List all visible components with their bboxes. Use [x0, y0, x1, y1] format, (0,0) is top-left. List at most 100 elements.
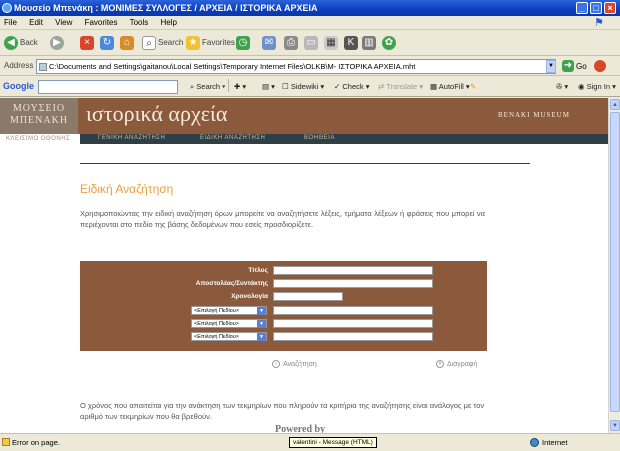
field-select-3[interactable]: <Επιλογή Πεδίου> ▼	[191, 332, 267, 341]
google-search-button[interactable]: ⌕ Search ▾	[190, 82, 225, 92]
nav-help[interactable]: ΒΟΗΘΕΙΑ	[304, 135, 335, 141]
arrow-right-icon: ›	[272, 360, 280, 368]
field-input-1[interactable]	[273, 306, 433, 315]
k-icon: K	[344, 36, 358, 50]
page-icon	[39, 63, 47, 71]
back-arrow-icon: ◀	[4, 36, 18, 50]
google-logo: Google	[3, 81, 34, 91]
research-icon: ▥	[362, 36, 376, 50]
messenger-icon: ✿	[382, 36, 396, 50]
window-title-bar: Μουσείο Μπενάκη : ΜΟΝΙΜΕΣ ΣΥΛΛΟΓΕΣ / ΑΡΧ…	[0, 0, 620, 16]
scroll-up-icon[interactable]: ▲	[610, 99, 620, 110]
close-window-button[interactable]: ×	[604, 2, 616, 14]
google-share-button[interactable]: ✚ ▾	[234, 82, 246, 91]
menu-edit[interactable]: Edit	[29, 18, 43, 27]
norton-icon[interactable]	[594, 60, 606, 72]
close-icon: ×	[436, 360, 444, 368]
page-content: ΜΟΥΣΕΙΟ ΜΠΕΝΑΚΗ ιστορικά αρχεία BENAKI M…	[0, 98, 608, 433]
back-button[interactable]: ◀ Back	[4, 34, 38, 52]
discuss-icon: ▦	[324, 36, 338, 50]
sender-input[interactable]	[273, 279, 433, 288]
edit-button[interactable]: ▭	[304, 34, 318, 52]
favorites-label: Favorites	[202, 38, 235, 47]
close-screen-link[interactable]: ΚΛΕΙΣΙΜΟ ΟΘΟΝΗΣ	[6, 136, 70, 142]
globe-icon	[530, 438, 539, 447]
field-select-2[interactable]: <Επιλογή Πεδίου> ▼	[191, 319, 267, 328]
logo-line-1: ΜΟΥΣΕΙΟ	[12, 103, 66, 114]
menu-file[interactable]: File	[4, 18, 17, 27]
search-label: Search	[158, 38, 184, 47]
menu-bar: File Edit View Favorites Tools Help ⚑	[0, 16, 620, 30]
chevron-down-icon: ▼	[257, 333, 266, 341]
address-input[interactable]: C:\Documents and Settings\gaitanou\Local…	[36, 59, 556, 74]
museum-logo[interactable]: ΜΟΥΣΕΙΟ ΜΠΕΝΑΚΗ	[0, 98, 78, 134]
warning-icon[interactable]	[2, 438, 10, 446]
window-title: Μουσείο Μπενάκη : ΜΟΝΙΜΕΣ ΣΥΛΛΟΓΕΣ / ΑΡΧ…	[14, 3, 318, 13]
date-label: Χρονολογία	[231, 293, 268, 300]
maximize-button[interactable]: □	[590, 2, 602, 14]
google-page-button[interactable]: ▤ ▾	[262, 82, 275, 91]
field-select-1[interactable]: <Επιλογή Πεδίου> ▼	[191, 306, 267, 315]
search-icon: ⌕	[142, 36, 156, 50]
go-button[interactable]: ➜ Go	[562, 60, 587, 72]
address-bar: Address C:\Documents and Settings\gaitan…	[0, 57, 620, 76]
settings-wrench-icon[interactable]: ✇ ▾	[556, 82, 568, 91]
address-dropdown-icon[interactable]: ▼	[546, 60, 556, 73]
menu-view[interactable]: View	[55, 18, 72, 27]
star-icon: ★	[186, 36, 200, 50]
divider	[80, 163, 530, 164]
clear-button[interactable]: × Διαγραφή	[436, 360, 477, 368]
field-input-2[interactable]	[273, 319, 433, 328]
google-search-input[interactable]	[38, 80, 178, 94]
date-input[interactable]	[273, 292, 343, 301]
field-input-3[interactable]	[273, 332, 433, 341]
search-submit-button[interactable]: › Αναζήτηση	[272, 360, 317, 368]
autofill-button[interactable]: ▦ AutoFill ▾	[430, 82, 470, 91]
windows-logo-icon: ⚑	[594, 17, 604, 29]
sign-in-button[interactable]: ◉ Sign In ▾	[578, 82, 616, 91]
back-label: Back	[20, 38, 38, 47]
forward-button[interactable]: ▶	[50, 34, 64, 52]
stop-button[interactable]: ×	[80, 34, 94, 52]
minimize-button[interactable]: _	[576, 2, 588, 14]
search-button[interactable]: ⌕ Search	[142, 34, 183, 52]
menu-favorites[interactable]: Favorites	[85, 18, 118, 27]
refresh-icon: ↻	[100, 36, 114, 50]
home-icon: ⌂	[120, 36, 134, 50]
address-url: C:\Documents and Settings\gaitanou\Local…	[49, 62, 416, 71]
pencil-icon[interactable]: ✎	[470, 82, 476, 91]
google-toolbar: Google ⌕ Search ▾ ✚ ▾ ▤ ▾ ☐ Sidewiki ▾ ✓…	[0, 77, 620, 97]
chevron-down-icon: ▼	[257, 307, 266, 315]
title-input[interactable]	[273, 266, 433, 275]
search-form: Τίτλος Αποστολέας/Συντάκτης Χρονολογία <…	[80, 261, 487, 351]
address-label: Address	[4, 61, 34, 70]
menu-tools[interactable]: Tools	[130, 18, 149, 27]
print-button[interactable]: ⎙	[284, 34, 298, 52]
menu-help[interactable]: Help	[161, 18, 177, 27]
history-button[interactable]: ◷	[236, 34, 250, 52]
mail-button[interactable]: ✉	[262, 34, 276, 52]
sidewiki-button[interactable]: ☐ Sidewiki ▾	[282, 82, 324, 91]
home-button[interactable]: ⌂	[120, 34, 134, 52]
discuss-button[interactable]: ▦	[324, 34, 338, 52]
messenger-button[interactable]: ✿	[382, 34, 396, 52]
vertical-scrollbar[interactable]: ▲ ▼	[608, 98, 620, 433]
logo-line-2: ΜΠΕΝΑΚΗ	[9, 115, 69, 126]
check-button[interactable]: ✓ Check ▾	[334, 82, 370, 91]
research-button[interactable]: ▥	[362, 34, 376, 52]
site-nav: ΓΕΝΙΚΗ ΑΝΑΖΗΤΗΣΗ ΕΙΔΙΚΗ ΑΝΑΖΗΤΗΣΗ ΒΟΗΘΕΙ…	[80, 134, 608, 144]
mail-icon: ✉	[262, 36, 276, 50]
title-label: Τίτλος	[248, 267, 268, 274]
scroll-thumb[interactable]	[610, 112, 620, 412]
k-button[interactable]: K	[344, 34, 358, 52]
translate-button[interactable]: ⇄ Translate ▾	[378, 82, 423, 91]
nav-general-search[interactable]: ΓΕΝΙΚΗ ΑΝΑΖΗΤΗΣΗ	[98, 135, 165, 141]
museum-name: BENAKI MUSEUM	[498, 111, 570, 119]
edit-page-icon: ▭	[304, 36, 318, 50]
history-icon: ◷	[236, 36, 250, 50]
refresh-button[interactable]: ↻	[100, 34, 114, 52]
scroll-down-icon[interactable]: ▼	[610, 420, 620, 431]
favorites-button[interactable]: ★ Favorites	[186, 34, 235, 52]
nav-special-search[interactable]: ΕΙΔΙΚΗ ΑΝΑΖΗΤΗΣΗ	[200, 135, 265, 141]
status-text: Error on page.	[12, 438, 60, 447]
